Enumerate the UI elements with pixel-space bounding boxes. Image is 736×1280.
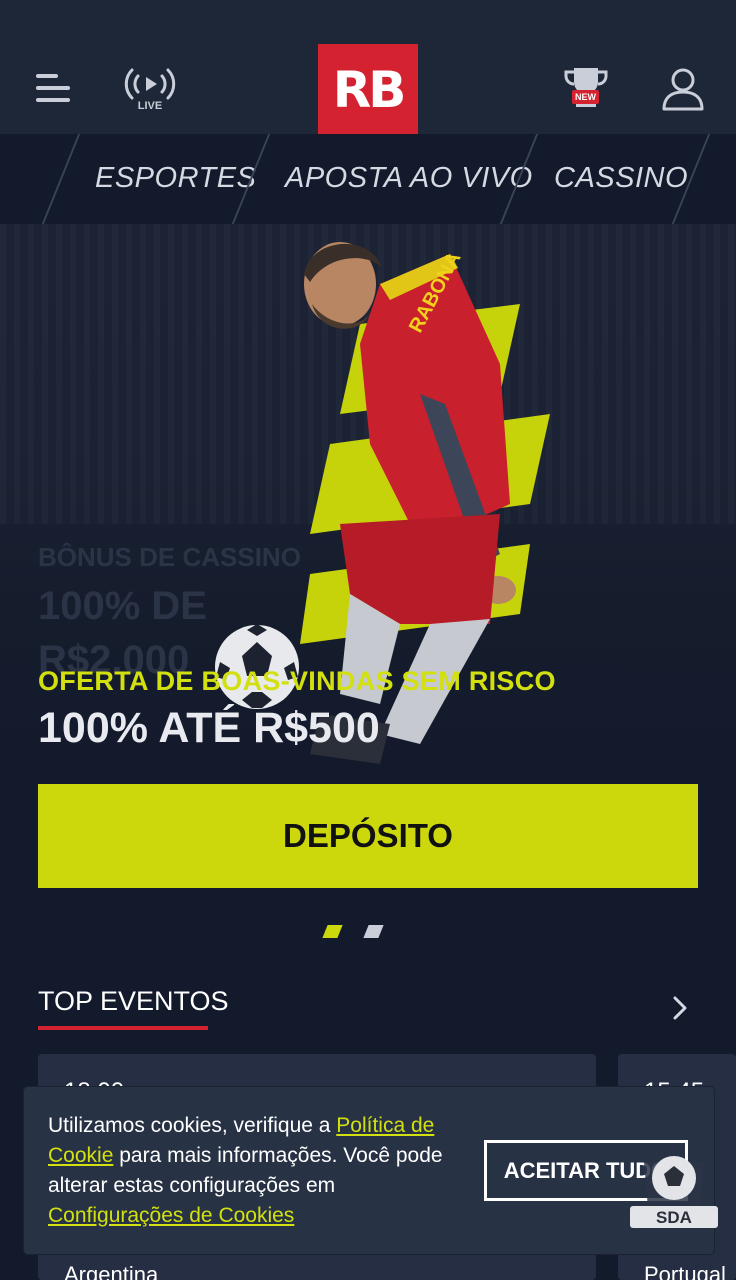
trophy-icon[interactable] xyxy=(560,64,612,112)
carousel-dot-active[interactable] xyxy=(322,925,343,938)
promo-banner[interactable]: BÔNUS DE CASSINO 100% DE R$2.000 RABONA xyxy=(0,224,736,784)
sda-watermark-text: SDA xyxy=(656,1208,692,1227)
live-label: LIVE xyxy=(137,100,163,112)
live-stream-icon xyxy=(124,68,176,100)
carousel-dot[interactable] xyxy=(363,925,384,938)
menu-icon-bar xyxy=(36,98,70,102)
brand-logo[interactable]: RB xyxy=(318,44,418,136)
nav-separator xyxy=(41,134,81,224)
cookie-message: Utilizamos cookies, verifique a Política… xyxy=(48,1111,468,1231)
tab-esportes[interactable]: ESPORTES xyxy=(95,162,256,195)
event-team: Argentina xyxy=(64,1262,159,1280)
chevron-right-icon[interactable] xyxy=(666,994,694,1022)
promo-title: 100% ATÉ R$500 xyxy=(38,704,380,752)
cookie-text-part: Utilizamos cookies, verifique a xyxy=(48,1114,337,1137)
tab-aposta-ao-vivo[interactable]: APOSTA AO VIVO xyxy=(285,162,533,195)
new-badge: NEW xyxy=(572,90,599,104)
ghost-promo-line: 100% DE xyxy=(38,584,207,628)
top-events-title: TOP EVENTOS xyxy=(38,986,229,1016)
menu-icon[interactable] xyxy=(36,74,70,104)
menu-icon-bar xyxy=(36,86,70,90)
cookie-banner: Utilizamos cookies, verifique a Política… xyxy=(24,1087,714,1254)
tab-cassino[interactable]: CASSINO xyxy=(554,162,688,195)
user-account-icon[interactable] xyxy=(660,66,706,112)
brand-logo-text: RB xyxy=(332,61,407,119)
event-team: Portugal xyxy=(644,1262,726,1280)
live-button[interactable]: LIVE xyxy=(122,66,178,114)
top-events-underline xyxy=(38,1026,208,1030)
cookie-settings-link[interactable]: Configurações de Cookies xyxy=(48,1204,294,1227)
app-header: LIVE RB NEW xyxy=(0,0,736,136)
deposit-button[interactable]: DEPÓSITO xyxy=(38,784,698,888)
main-nav: ESPORTES APOSTA AO VIVO CASSINO xyxy=(0,134,736,224)
menu-icon-bar xyxy=(36,74,58,78)
promo-subtitle: OFERTA DE BOAS-VINDAS SEM RISCO xyxy=(38,666,556,696)
sda-watermark-logo: SDA xyxy=(630,1156,718,1228)
